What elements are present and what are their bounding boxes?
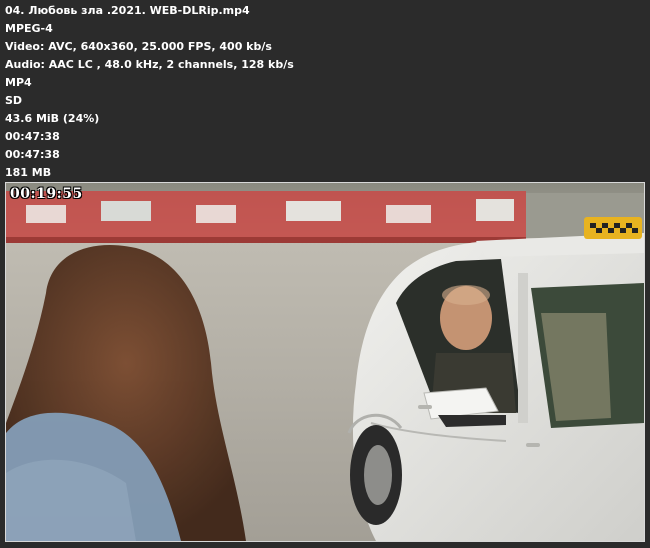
duration-secondary: 00:47:38 [5, 148, 60, 161]
duration: 00:47:38 [5, 130, 60, 143]
video-thumbnail: 00:19:55 [5, 182, 645, 542]
video-frame-image [6, 183, 644, 541]
stream-size: 43.6 MiB (24%) [5, 112, 100, 125]
file-name: 04. Любовь зла .2021. WEB-DLRip.mp4 [5, 4, 250, 17]
barrier-fence [6, 191, 526, 243]
file-size: 181 MB [5, 166, 52, 179]
thumbnail-timestamp: 00:19:55 [10, 186, 83, 202]
media-info-panel: 04. Любовь зла .2021. WEB-DLRip.mp4 MPEG… [0, 0, 650, 182]
container-format: MPEG-4 [5, 22, 53, 35]
audio-info: Audio: AAC LC , 48.0 kHz, 2 channels, 12… [5, 58, 294, 71]
video-info: Video: AVC, 640x360, 25.000 FPS, 400 kb/… [5, 40, 272, 53]
format-label: MP4 [5, 76, 32, 89]
resolution-class: SD [5, 94, 23, 107]
